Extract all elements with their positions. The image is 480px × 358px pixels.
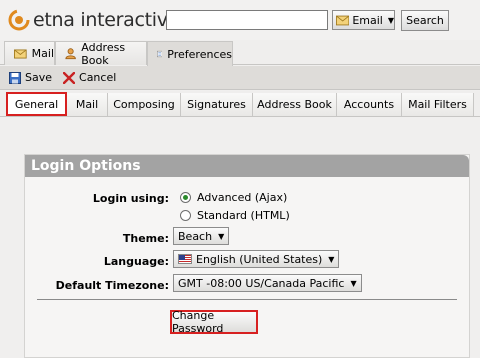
tab-mail-label: Mail (31, 47, 54, 60)
preferences-icon (157, 50, 163, 58)
cancel-label: Cancel (79, 71, 117, 84)
subtab-mail-label: Mail (75, 98, 99, 111)
divider (37, 299, 457, 300)
tab-mail[interactable]: Mail (4, 41, 55, 65)
subtab-composing[interactable]: Composing (108, 93, 181, 116)
save-button[interactable]: Save (9, 71, 52, 84)
radio-advanced[interactable] (180, 192, 191, 203)
cancel-icon (63, 71, 76, 84)
search-button[interactable]: Search (401, 10, 449, 31)
subtab-mail-filters-label: Mail Filters (408, 98, 467, 111)
save-label: Save (25, 71, 53, 84)
preferences-content: Login Options Login using: Advanced (Aja… (0, 118, 480, 358)
logo: etna interactive (8, 8, 179, 32)
tab-address-book-label: Address Book (81, 40, 126, 67)
envelope-icon (336, 15, 350, 25)
subtab-accounts[interactable]: Accounts (337, 93, 402, 116)
preferences-subtabs: General Mail Composing Signatures Addres… (0, 91, 480, 117)
subtab-signatures[interactable]: Signatures (181, 93, 253, 116)
us-flag-icon (178, 254, 192, 264)
login-option-standard[interactable]: Standard (HTML) (180, 209, 290, 222)
theme-label: Theme: (122, 232, 169, 245)
chevron-down-icon: ▼ (328, 254, 335, 264)
panel-title: Login Options (25, 155, 469, 177)
tab-address-book[interactable]: Address Book (55, 40, 147, 67)
change-password-button[interactable]: Change Password (170, 309, 258, 335)
main-tabs: Mail Address Book Preferences (0, 40, 480, 67)
contacts-icon (65, 48, 76, 60)
login-option-standard-label: Standard (HTML) (197, 209, 290, 222)
chevron-down-icon: ▼ (218, 231, 225, 241)
subtab-signatures-label: Signatures (187, 98, 246, 111)
timezone-label: Default Timezone: (55, 279, 169, 292)
language-label: Language: (103, 255, 169, 268)
search-scope-label: Email (352, 13, 383, 27)
subtab-address-book[interactable]: Address Book (253, 93, 337, 116)
chevron-down-icon: ▼ (387, 15, 394, 25)
logo-text: etna interactive (33, 9, 180, 31)
chevron-down-icon: ▼ (350, 278, 357, 288)
tab-preferences-label: Preferences (167, 47, 232, 61)
language-value: English (United States) (196, 252, 323, 266)
envelope-icon (14, 48, 27, 59)
timezone-select[interactable]: GMT -08:00 US/Canada Pacific ▼ (173, 274, 362, 292)
language-select[interactable]: English (United States) ▼ (173, 250, 340, 268)
radio-standard[interactable] (180, 210, 191, 221)
subtab-general-label: General (14, 97, 59, 111)
etna-logo-icon (8, 9, 30, 31)
subtab-general[interactable]: General (6, 92, 67, 116)
subtab-mail-filters[interactable]: Mail Filters (402, 93, 474, 116)
login-option-advanced[interactable]: Advanced (Ajax) (180, 191, 287, 204)
preferences-toolbar: Save Cancel (0, 66, 480, 90)
subtab-composing-label: Composing (113, 98, 175, 111)
search-input[interactable] (166, 10, 328, 30)
tab-preferences[interactable]: Preferences (147, 41, 233, 66)
login-using-label: Login using: (92, 192, 169, 205)
timezone-value: GMT -08:00 US/Canada Pacific (178, 276, 345, 290)
search-scope-dropdown[interactable]: Email ▼ (332, 10, 395, 30)
subtab-address-book-label: Address Book (257, 98, 332, 111)
theme-value: Beach (178, 229, 213, 243)
subtab-accounts-label: Accounts (343, 98, 395, 111)
radio-selected-dot (183, 195, 188, 200)
save-icon (9, 71, 21, 84)
subtab-mail[interactable]: Mail (67, 93, 108, 116)
login-option-advanced-label: Advanced (Ajax) (197, 191, 288, 204)
cancel-button[interactable]: Cancel (63, 71, 116, 84)
theme-select[interactable]: Beach ▼ (173, 227, 230, 245)
app-header: etna interactive Email ▼ Search (0, 0, 480, 40)
login-options-panel: Login Options Login using: Advanced (Aja… (24, 154, 470, 358)
